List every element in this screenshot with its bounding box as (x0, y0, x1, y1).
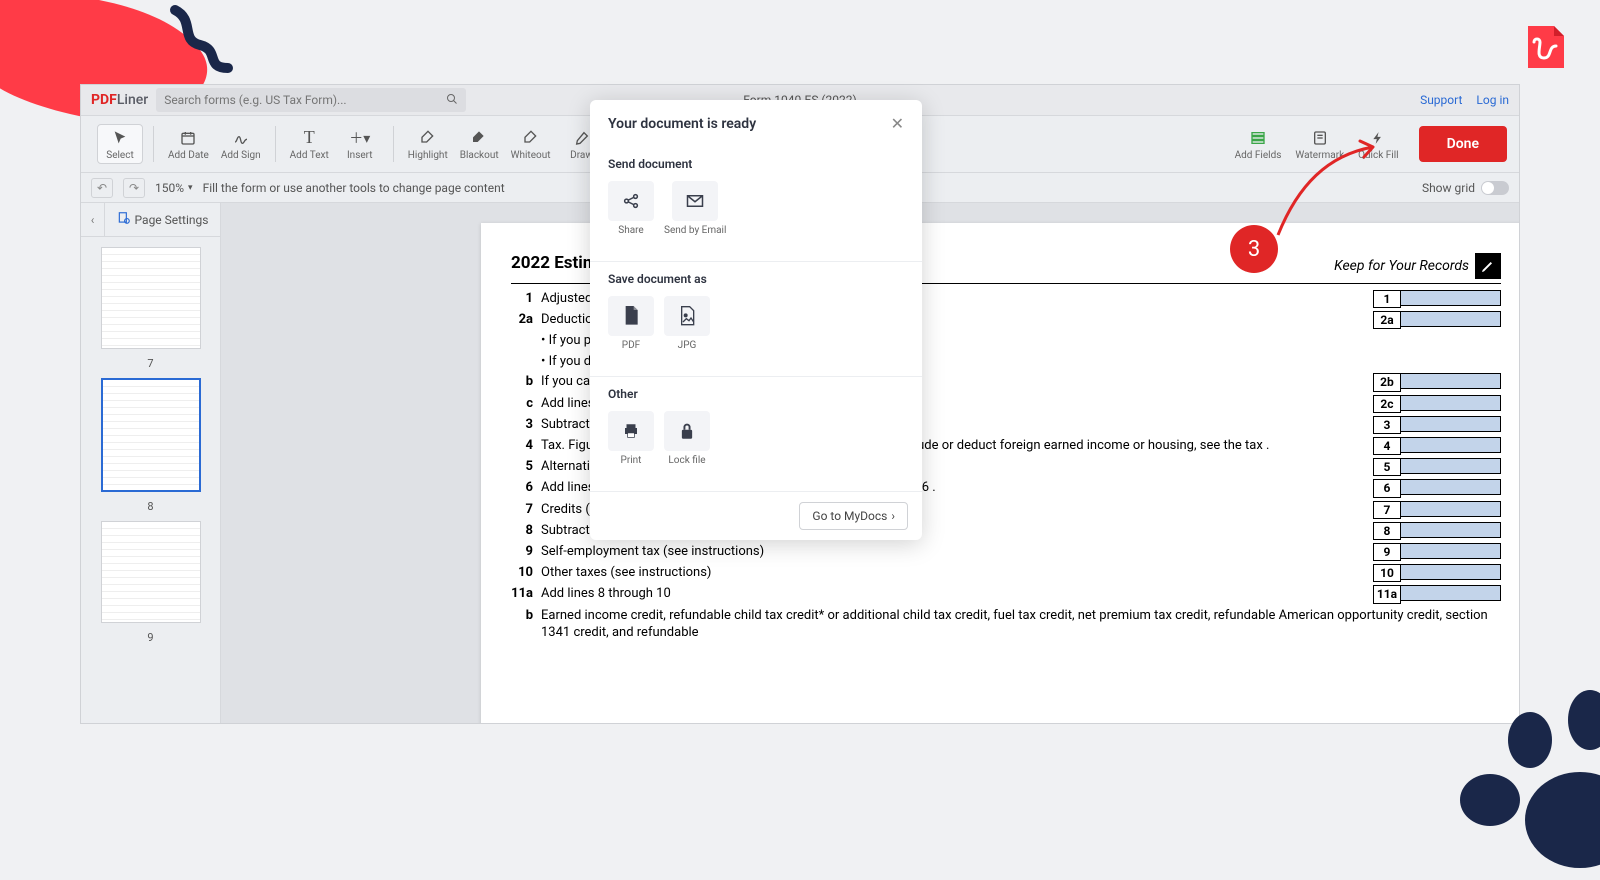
save-section-label: Save document as (608, 272, 904, 286)
form-field[interactable] (1401, 522, 1501, 538)
email-icon (672, 181, 718, 221)
signature-icon (233, 128, 249, 148)
thumbnail-7[interactable] (101, 247, 201, 349)
keep-records: Keep for Your Records (1334, 253, 1501, 279)
sidebar: ‹ Page Settings 7 8 9 (81, 203, 221, 723)
pdf-file-icon (608, 296, 654, 336)
share-button[interactable]: Share (608, 181, 654, 245)
thumbnail-8[interactable] (101, 378, 201, 492)
form-field[interactable] (1401, 416, 1501, 432)
form-field[interactable] (1401, 501, 1501, 517)
form-field[interactable] (1401, 395, 1501, 411)
top-links: Support Log in (1420, 93, 1509, 107)
form-field[interactable] (1401, 585, 1501, 601)
save-jpg-button[interactable]: JPG (664, 296, 710, 360)
chevron-down-icon: ▾ (188, 183, 193, 193)
form-field[interactable] (1401, 564, 1501, 580)
add-text-tool[interactable]: TAdd Text (286, 124, 333, 164)
modal-close[interactable]: ✕ (891, 114, 904, 133)
add-date-tool[interactable]: Add Date (164, 124, 213, 164)
thumbnail-9[interactable] (101, 521, 201, 623)
insert-tool[interactable]: ＋▾Insert (337, 124, 383, 164)
app-logo: PDFLiner (91, 92, 148, 108)
zoom-control[interactable]: 150% ▾ (155, 181, 193, 195)
select-tool[interactable]: Select (97, 124, 143, 164)
whiteout-icon (523, 128, 539, 148)
form-field[interactable] (1401, 479, 1501, 495)
modal-title: Your document is ready (608, 116, 756, 132)
text-icon: T (304, 128, 315, 148)
print-icon (608, 411, 654, 451)
form-field[interactable] (1401, 458, 1501, 474)
page-settings-icon (117, 211, 131, 228)
search-input[interactable] (164, 93, 446, 107)
form-field[interactable] (1401, 543, 1501, 559)
search-input-wrap[interactable] (156, 88, 466, 112)
search-icon (446, 93, 458, 108)
highlight-icon (420, 128, 436, 148)
form-field[interactable] (1401, 437, 1501, 453)
pdf-corner-logo (1522, 24, 1568, 70)
share-icon (608, 181, 654, 221)
bolt-icon (1371, 128, 1385, 148)
redo-button[interactable]: ↷ (123, 178, 145, 198)
lock-icon (664, 411, 710, 451)
page-settings-button[interactable]: Page Settings (105, 211, 220, 228)
cursor-icon (112, 128, 128, 148)
whiteout-tool[interactable]: Whiteout (507, 124, 555, 164)
brush-icon (574, 128, 590, 148)
jpg-file-icon (664, 296, 710, 336)
plus-icon: ＋▾ (349, 128, 370, 148)
sidebar-back[interactable]: ‹ (81, 203, 105, 236)
thumbnail-list: 7 8 9 (81, 237, 220, 723)
form-line: 11aAdd lines 8 through 1011a (511, 585, 1501, 603)
quick-fill-tool[interactable]: Quick Fill (1354, 126, 1402, 163)
undo-button[interactable]: ↶ (91, 178, 113, 198)
blackout-icon (471, 128, 487, 148)
pencil-icon (1475, 253, 1501, 279)
step-badge: 3 (1230, 225, 1278, 273)
document-ready-modal: Your document is ready ✕ Send document S… (590, 100, 922, 540)
other-section-label: Other (608, 387, 904, 401)
blackout-tool[interactable]: Blackout (456, 124, 503, 164)
add-sign-tool[interactable]: Add Sign (217, 124, 265, 164)
add-fields-tool[interactable]: Add Fields (1231, 126, 1286, 163)
show-grid-label: Show grid (1422, 181, 1475, 195)
chevron-right-icon: › (891, 509, 895, 523)
form-line: 10Other taxes (see instructions)10 (511, 564, 1501, 582)
watermark-tool[interactable]: Watermark (1291, 126, 1348, 163)
login-link[interactable]: Log in (1476, 93, 1509, 107)
send-email-button[interactable]: Send by Email (664, 181, 726, 245)
form-field[interactable] (1401, 373, 1501, 389)
print-button[interactable]: Print (608, 411, 654, 475)
form-line: 9Self-employment tax (see instructions)9 (511, 543, 1501, 561)
form-line: bEarned income credit, refundable child … (511, 607, 1501, 642)
done-button[interactable]: Done (1419, 126, 1507, 162)
show-grid-toggle[interactable] (1481, 181, 1509, 195)
lock-button[interactable]: Lock file (664, 411, 710, 475)
highlight-tool[interactable]: Highlight (404, 124, 452, 164)
save-pdf-button[interactable]: PDF (608, 296, 654, 360)
send-section-label: Send document (608, 157, 904, 171)
calendar-icon (180, 128, 196, 148)
hint-text: Fill the form or use another tools to ch… (203, 181, 505, 195)
go-mydocs-button[interactable]: Go to MyDocs› (799, 502, 908, 530)
watermark-icon (1312, 128, 1328, 148)
form-field[interactable] (1401, 311, 1501, 327)
form-field[interactable] (1401, 290, 1501, 306)
fields-icon (1250, 128, 1266, 148)
support-link[interactable]: Support (1420, 93, 1462, 107)
